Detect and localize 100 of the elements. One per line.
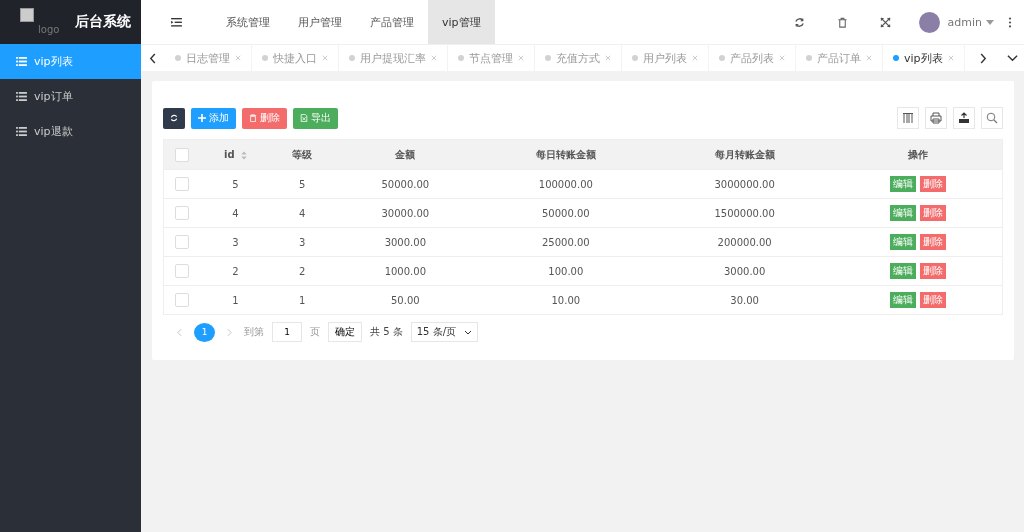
table-cell: 1 — [232, 294, 239, 306]
table-cell: 200000.00 — [717, 236, 772, 248]
fullscreen-icon[interactable] — [879, 16, 891, 28]
chevron-left-icon[interactable] — [149, 52, 157, 64]
nav-tab[interactable]: 用户管理 — [284, 0, 356, 44]
goto-label: 到第 — [244, 325, 264, 339]
tab-dot-icon — [719, 55, 725, 61]
table-cell: 2 — [232, 265, 239, 277]
refresh-icon[interactable] — [793, 16, 805, 28]
close-icon[interactable] — [518, 55, 524, 61]
print-button[interactable] — [925, 107, 947, 129]
delete-button[interactable]: 删除 — [242, 107, 287, 129]
close-icon[interactable] — [235, 55, 241, 61]
delete-button[interactable]: 删除 — [920, 176, 947, 192]
plus-icon — [198, 114, 206, 122]
logo-alt-text: logo — [38, 23, 60, 35]
close-icon[interactable] — [605, 55, 611, 61]
close-icon[interactable] — [779, 55, 785, 61]
delete-button[interactable]: 删除 — [920, 263, 947, 279]
list-icon — [16, 57, 27, 66]
page-tab[interactable]: 充值方式 — [535, 45, 622, 71]
row-checkbox[interactable] — [175, 264, 189, 278]
tab-dot-icon — [349, 55, 355, 61]
chevron-right-icon[interactable] — [979, 52, 987, 64]
row-checkbox[interactable] — [175, 206, 189, 220]
page-tab[interactable]: 用户列表 — [622, 45, 709, 71]
tab-dot-icon — [545, 55, 551, 61]
trash-icon[interactable] — [836, 16, 848, 28]
table-cell: 1 — [299, 294, 306, 306]
sidebar-item[interactable]: vip退款 — [0, 114, 141, 149]
page-tab[interactable]: vip列表 — [883, 45, 965, 71]
delete-button[interactable]: 删除 — [920, 234, 947, 250]
more-icon[interactable] — [1008, 16, 1012, 28]
column-header: 等级 — [292, 148, 313, 160]
sidebar-item[interactable]: vip列表 — [0, 44, 141, 79]
close-icon[interactable] — [322, 55, 328, 61]
nav-tab[interactable]: 产品管理 — [356, 0, 428, 44]
caret-icon — [986, 19, 994, 25]
page-tab[interactable]: 用户提现汇率 — [339, 45, 448, 71]
chevron-down-icon[interactable] — [1007, 54, 1018, 62]
refresh-button[interactable] — [163, 107, 185, 129]
sort-icon[interactable] — [240, 150, 247, 160]
select-all-checkbox[interactable] — [175, 147, 189, 162]
sidebar-item[interactable]: vip订单 — [0, 79, 141, 114]
column-header: 金额 — [395, 148, 416, 160]
add-button[interactable]: 添加 — [191, 107, 236, 129]
column-header: 每月转账金额 — [714, 148, 775, 160]
table-cell: 50000.00 — [541, 207, 590, 219]
search-button[interactable] — [981, 107, 1003, 129]
nav-tab[interactable]: vip管理 — [428, 0, 495, 44]
edit-button[interactable]: 编辑 — [890, 263, 917, 279]
table-cell: 5 — [299, 178, 306, 190]
edit-button[interactable]: 编辑 — [890, 176, 917, 192]
menu-icon[interactable] — [171, 17, 182, 27]
delete-button[interactable]: 删除 — [920, 205, 947, 221]
close-icon[interactable] — [947, 55, 954, 61]
table-cell: 2 — [299, 265, 306, 277]
columns-button[interactable] — [897, 107, 919, 129]
table-cell: 10.00 — [551, 294, 581, 306]
table-cell: 5 — [232, 178, 239, 190]
row-checkbox[interactable] — [175, 235, 189, 249]
tab-dot-icon — [458, 55, 464, 61]
row-checkbox[interactable] — [175, 293, 189, 307]
list-icon — [16, 127, 27, 136]
close-icon[interactable] — [692, 55, 698, 61]
page-tab[interactable]: 产品订单 — [796, 45, 883, 71]
tab-dot-icon — [806, 55, 812, 61]
broken-image-icon — [20, 8, 34, 22]
edit-button[interactable]: 编辑 — [890, 234, 917, 250]
edit-button[interactable]: 编辑 — [890, 205, 917, 221]
tab-dot-icon — [262, 55, 268, 61]
page-input[interactable]: 1 — [272, 322, 302, 342]
columns-icon — [902, 112, 914, 124]
table-cell: 3000.00 — [384, 236, 426, 248]
column-header: 操作 — [908, 148, 929, 160]
page-tab[interactable]: 产品列表 — [709, 45, 796, 71]
page-tab[interactable]: 快捷入口 — [252, 45, 339, 71]
confirm-button[interactable]: 确定 — [328, 322, 362, 342]
nav-tab[interactable]: 系统管理 — [212, 0, 284, 44]
list-icon — [16, 92, 27, 101]
delete-button[interactable]: 删除 — [920, 292, 947, 308]
page-number[interactable]: 1 — [194, 322, 215, 342]
page-size-select[interactable]: 15 条/页 — [410, 322, 478, 342]
printer-icon — [930, 112, 942, 124]
tray-upload-icon — [958, 112, 970, 124]
user-name[interactable]: admin — [947, 15, 982, 29]
table-cell: 30000.00 — [381, 207, 430, 219]
total-count: 共 5 条 — [370, 325, 403, 339]
refresh-icon — [170, 114, 178, 122]
close-icon[interactable] — [431, 55, 437, 61]
table-cell: 3 — [232, 236, 239, 248]
export-button[interactable] — [953, 107, 975, 129]
export-button[interactable]: 导出 — [293, 107, 338, 129]
page-tab[interactable]: 节点管理 — [448, 45, 535, 71]
row-checkbox[interactable] — [175, 177, 189, 191]
avatar[interactable] — [918, 11, 940, 33]
page-tab[interactable]: 日志管理 — [165, 45, 252, 71]
edit-button[interactable]: 编辑 — [890, 292, 917, 308]
close-icon[interactable] — [866, 55, 872, 61]
table-cell: 25000.00 — [541, 236, 590, 248]
